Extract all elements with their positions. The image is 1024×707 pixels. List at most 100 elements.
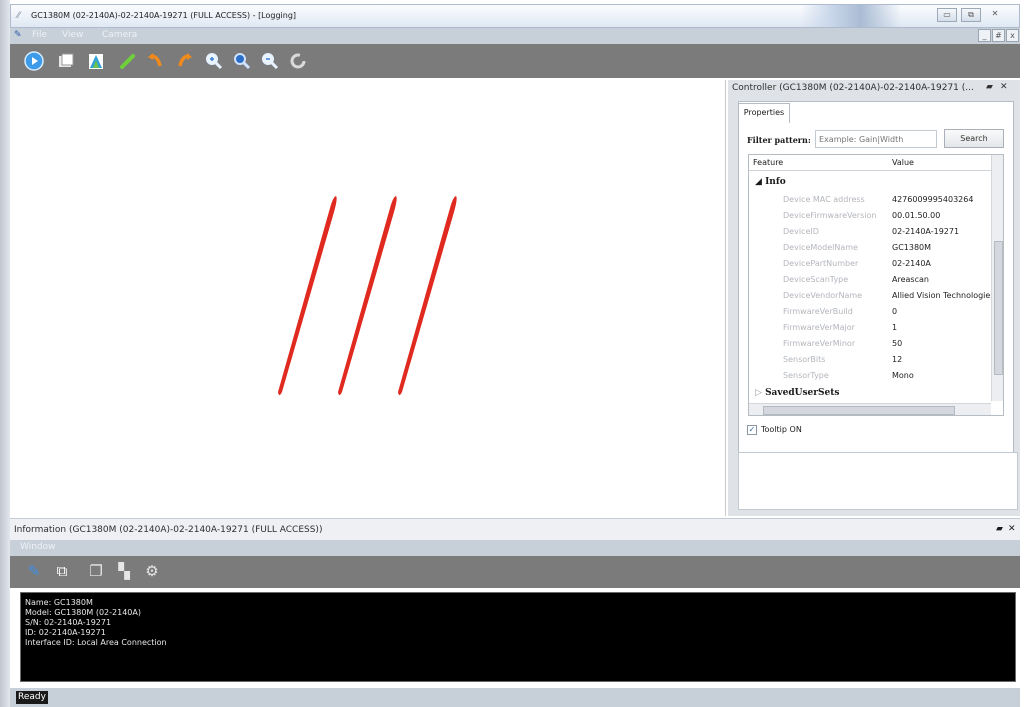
pencil-menu-icon: ✎ xyxy=(14,30,22,40)
window-left-edge xyxy=(0,0,10,707)
column-value: Value xyxy=(892,158,914,167)
log-console[interactable]: Name: GC1380M Model: GC1380M (02-2140A) … xyxy=(20,592,1016,682)
feature-value: Areascan xyxy=(892,275,929,284)
refresh-icon[interactable] xyxy=(288,51,308,71)
menu-camera[interactable]: Camera xyxy=(102,30,137,40)
feature-value: 02-2140A xyxy=(892,259,931,268)
mdi-close-button[interactable]: x xyxy=(1006,29,1019,42)
zoom-fit-icon[interactable] xyxy=(232,51,252,71)
category-savedusersets-label: SavedUserSets xyxy=(765,388,840,398)
list-item[interactable]: FirmwareVerMinor 50 xyxy=(749,336,991,352)
search-button[interactable]: Search xyxy=(944,129,1004,148)
tab-properties[interactable]: Properties xyxy=(738,103,790,123)
feature-name: FirmwareVerMajor xyxy=(783,323,855,332)
list-item[interactable]: DevicePartNumber 02-2140A xyxy=(749,256,991,272)
rotate-right-icon[interactable] xyxy=(174,51,194,71)
scrollbar-thumb[interactable] xyxy=(994,241,1003,375)
feature-name: Device MAC address xyxy=(783,195,865,204)
tooltip-checkbox[interactable]: ✓ xyxy=(747,425,757,435)
snapshot-icon[interactable] xyxy=(56,51,76,71)
feature-name: DeviceScanType xyxy=(783,275,849,284)
close-icon[interactable]: ✕ xyxy=(1000,82,1008,92)
play-icon[interactable] xyxy=(24,51,44,71)
app-icon: ⁄⁄ xyxy=(17,11,21,21)
tile-icon[interactable]: ▚ xyxy=(114,561,134,581)
column-feature: Feature xyxy=(753,158,784,167)
list-item[interactable]: Device MAC address 4276009995403264 xyxy=(749,192,991,208)
filter-input[interactable] xyxy=(815,130,937,148)
zoom-in-icon[interactable] xyxy=(204,51,224,71)
log-line: Name: GC1380M xyxy=(25,598,93,607)
mdi-minimize-button[interactable]: _ xyxy=(978,29,991,42)
feature-value: Mono xyxy=(892,371,914,380)
vertical-scrollbar[interactable] xyxy=(991,155,1003,401)
pin-icon[interactable]: ▰ xyxy=(996,524,1003,534)
feature-name: DeviceModelName xyxy=(783,243,858,252)
image-viewer-canvas[interactable] xyxy=(14,80,726,516)
histogram-icon[interactable] xyxy=(86,51,106,71)
menu-file[interactable]: File xyxy=(32,30,47,40)
close-icon[interactable]: ✕ xyxy=(1008,524,1016,534)
collapse-icon: ◢ xyxy=(755,177,766,187)
pin-icon[interactable]: ▰ xyxy=(986,82,993,92)
scrollbar-thumb[interactable] xyxy=(763,406,955,415)
zoom-out-icon[interactable] xyxy=(260,51,280,71)
feature-value: 02-2140A-19271 xyxy=(892,227,960,236)
log-line: ID: 02-2140A-19271 xyxy=(25,628,106,637)
controller-title: Controller (GC1380M (02-2140A)-02-2140A-… xyxy=(732,83,974,93)
description-box xyxy=(738,452,1018,510)
list-item[interactable]: SensorType Mono xyxy=(749,368,991,384)
information-toolbar: ✎ ⧉ ❐ ▚ ⚙ xyxy=(10,556,1020,588)
feature-value: 0 xyxy=(892,307,898,316)
list-item[interactable]: FirmwareVerMajor 1 xyxy=(749,320,991,336)
list-item[interactable]: DeviceID 02-2140A-19271 xyxy=(749,224,991,240)
tooltip-label: Tooltip ON xyxy=(761,425,802,434)
feature-name: FirmwareVerMinor xyxy=(783,339,856,348)
pencil-green-icon[interactable] xyxy=(118,51,138,71)
feature-name: SensorType xyxy=(783,371,829,380)
red-stroke-1 xyxy=(278,196,337,395)
menu-window[interactable]: Window xyxy=(20,542,56,552)
list-item[interactable]: DeviceVendorName Allied Vision Technologi… xyxy=(749,288,991,304)
list-item[interactable]: DeviceFirmwareVersion 00.01.50.00 xyxy=(749,208,991,224)
feature-name: SensorBits xyxy=(783,355,826,364)
feature-name: DeviceID xyxy=(783,227,819,236)
category-info-label: Info xyxy=(765,177,786,187)
minimize-icon[interactable]: ▭ xyxy=(937,8,957,22)
feature-name: FirmwareVerBuild xyxy=(783,307,853,316)
copy-icon[interactable]: ❐ xyxy=(86,561,106,581)
gear-icon[interactable]: ⚙ xyxy=(142,561,162,581)
feature-value: 1 xyxy=(892,323,898,332)
expand-icon: ▷ xyxy=(755,388,766,398)
rotate-left-icon[interactable] xyxy=(146,51,166,71)
feature-value: GC1380M xyxy=(892,243,932,252)
list-item[interactable]: DeviceModelName GC1380M xyxy=(749,240,991,256)
feature-value: 00.01.50.00 xyxy=(892,211,941,220)
horizontal-scrollbar[interactable] xyxy=(749,403,991,415)
list-item[interactable]: DeviceScanType Areascan xyxy=(749,272,991,288)
feature-value: 4276009995403264 xyxy=(892,195,974,204)
category-info[interactable]: ◢ Info xyxy=(755,177,786,187)
mdi-restore-button[interactable]: # xyxy=(992,29,1005,42)
feature-name: DevicePartNumber xyxy=(783,259,859,268)
main-toolbar xyxy=(10,44,1020,78)
information-header: Information (GC1380M (02-2140A)-02-2140A… xyxy=(10,518,1020,540)
status-bar: Ready xyxy=(10,688,1020,707)
red-stroke-2 xyxy=(338,196,397,395)
feature-grid: Feature Value ◢ Info Device MAC address 4… xyxy=(748,154,1004,416)
feature-name: DeviceVendorName xyxy=(783,291,863,300)
status-text: Ready xyxy=(16,691,48,704)
pencil-icon[interactable]: ✎ xyxy=(24,561,44,581)
category-savedusersets[interactable]: ▷ SavedUserSets xyxy=(755,388,839,398)
window-menu-bar: Window xyxy=(10,540,1020,556)
feature-value: 50 xyxy=(892,339,903,348)
list-item[interactable]: FirmwareVerBuild 0 xyxy=(749,304,991,320)
feature-name: DeviceFirmwareVersion xyxy=(783,211,877,220)
feature-value: Allied Vision Technologies xyxy=(892,291,991,300)
menu-view[interactable]: View xyxy=(62,30,83,40)
close-icon[interactable]: ✕ xyxy=(985,8,1005,22)
grid-header: Feature Value xyxy=(749,155,1003,171)
restore-icon[interactable]: ⧉ xyxy=(961,8,981,22)
open-window-icon[interactable]: ⧉ xyxy=(52,561,72,581)
list-item[interactable]: SensorBits 12 xyxy=(749,352,991,368)
